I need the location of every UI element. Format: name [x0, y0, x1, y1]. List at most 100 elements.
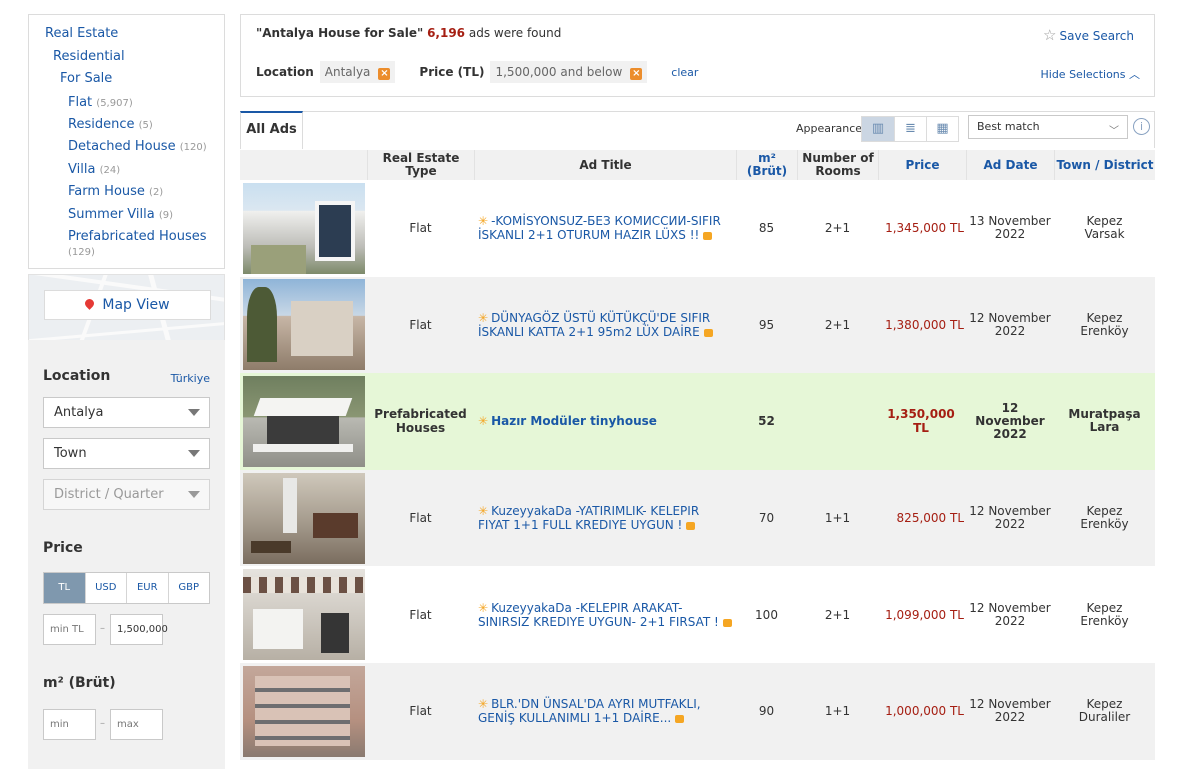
filter-chip-location: Antalya × — [319, 61, 396, 83]
listing-photo-cell — [240, 566, 367, 663]
city-value: Antalya — [54, 405, 104, 420]
price-min-input[interactable]: min TL — [43, 614, 96, 645]
clear-filters-link[interactable]: clear — [671, 66, 698, 79]
category-for-sale[interactable]: For Sale — [60, 71, 112, 86]
sun-icon: ✳ — [478, 214, 489, 229]
listing-photo-cell — [240, 373, 367, 470]
listing-m2: 95 — [758, 317, 775, 332]
table-view-icon[interactable]: ▥ — [862, 117, 894, 141]
currency-tl[interactable]: TL — [44, 573, 85, 603]
table-row[interactable]: Prefabricated Houses ✳ Hazır Modüler tiny… — [240, 373, 1155, 470]
area-min-input[interactable]: min — [43, 709, 96, 740]
map-view-label: Map View — [102, 297, 170, 313]
listing-title: KuzeyyakaDa -YATIRIMLIK- KELEPIR FIYAT 1… — [478, 504, 700, 533]
subcategory-summer-villa[interactable]: Summer Villa (9) — [68, 207, 173, 223]
subcategory-label: Residence — [68, 117, 135, 132]
table-row[interactable]: Flat ✳ BLR.'DN ÜNSAL'DA AYRI MUTFAKLI, GE… — [240, 662, 1155, 760]
category-real-estate[interactable]: Real Estate — [45, 26, 118, 41]
listing-town: Kepez — [1086, 504, 1123, 519]
listing-type: Flat — [409, 607, 432, 622]
listing-district: Erenköy — [1080, 517, 1129, 532]
grid-view-icon[interactable]: ▦ — [926, 117, 958, 141]
list-view-icon[interactable]: ≣ — [894, 117, 926, 141]
map-pin-icon — [83, 297, 97, 310]
listing-title: KuzeyyakaDa -KELEPIR ARAKAT-SINIRSIZ KRE… — [478, 600, 719, 629]
map-view-button[interactable]: Map View — [44, 290, 211, 320]
info-icon[interactable]: i — [1133, 118, 1150, 135]
listing-title-cell[interactable]: ✳ KuzeyyakaDa -KELEPIR ARAKAT-SINIRSIZ KR… — [474, 566, 736, 663]
listing-location: Kepez Varsak — [1054, 180, 1155, 277]
col-title[interactable]: Ad Title — [474, 150, 736, 180]
listing-title-cell[interactable]: ✳ Hazır Modüler tinyhouse — [474, 373, 736, 470]
city-select[interactable]: Antalya — [43, 397, 210, 428]
subcategory-flat[interactable]: Flat (5,907) — [68, 95, 133, 111]
listing-m2: 90 — [758, 704, 775, 719]
listing-title-cell[interactable]: ✳ DÜNYAGÖZ ÜSTÜ KÜTÜKÇÜ'DE SIFIR İSKANLI … — [474, 277, 736, 374]
col-town[interactable]: Town / District — [1054, 150, 1155, 180]
listing-rooms — [797, 373, 878, 470]
listing-photo[interactable] — [242, 375, 365, 467]
currency-usd[interactable]: USD — [84, 573, 127, 603]
map-preview[interactable]: Map View — [28, 274, 225, 347]
subcategory-count: (9) — [158, 210, 174, 221]
remove-filter-icon[interactable]: × — [378, 68, 391, 80]
col-rooms[interactable]: Number of Rooms — [797, 150, 878, 180]
listing-town: Kepez — [1086, 697, 1123, 712]
district-select[interactable]: District / Quarter — [43, 479, 210, 510]
col-m2[interactable]: m² (Brüt) — [736, 150, 797, 180]
col-type[interactable]: Real Estate Type — [367, 150, 474, 180]
listing-date: 12 November 2022 — [969, 310, 1051, 338]
area-max-input[interactable]: max — [110, 709, 163, 740]
subcategory-farm-house[interactable]: Farm House (2) — [68, 184, 163, 200]
currency-gbp[interactable]: GBP — [167, 573, 210, 603]
listing-location: Kepez Erenköy — [1054, 566, 1155, 663]
town-select[interactable]: Town — [43, 438, 210, 469]
hide-selections-link[interactable]: Hide Selections ︿ — [1041, 66, 1141, 82]
country-link[interactable]: Türkiye — [171, 372, 210, 385]
sun-icon: ✳ — [478, 310, 489, 325]
category-residential[interactable]: Residential — [53, 49, 125, 64]
listing-rooms: 2+1 — [824, 607, 851, 622]
listing-photo[interactable] — [242, 472, 365, 564]
subcategory-residence[interactable]: Residence (5) — [68, 117, 153, 133]
listing-district: Erenköy — [1080, 613, 1129, 628]
table-row[interactable]: Flat ✳ KuzeyyakaDa -YATIRIMLIK- KELEPIR F… — [240, 469, 1155, 567]
appearance-label: Appearance — [796, 122, 863, 135]
subcategory-count: (24) — [99, 165, 121, 176]
currency-eur[interactable]: EUR — [126, 573, 168, 603]
col-price[interactable]: Price — [878, 150, 966, 180]
listing-title-cell[interactable]: ✳ BLR.'DN ÜNSAL'DA AYRI MUTFAKLI, GENİŞ K… — [474, 663, 736, 760]
listing-photo[interactable] — [242, 665, 365, 757]
listing-photo[interactable] — [242, 182, 365, 274]
listing-date: 12 November 2022 — [975, 400, 1045, 441]
col-date[interactable]: Ad Date — [966, 150, 1054, 180]
table-row[interactable]: Flat ✳ -KOMİSYONSUZ-БЕЗ КОМИССИИ-SIFIR İS… — [240, 180, 1155, 277]
save-search-label: Save Search — [1059, 29, 1135, 43]
listing-photo[interactable] — [242, 279, 365, 371]
tab-all-ads[interactable]: All Ads — [240, 111, 303, 149]
town-value: Town — [54, 446, 87, 461]
results-toolbar: All Ads Appearance ▥ ≣ ▦ Best match ﹀ i — [240, 111, 1155, 149]
price-max-input[interactable]: 1,500,000 — [110, 614, 168, 645]
caret-down-icon — [188, 450, 200, 457]
table-row[interactable]: Flat ✳ DÜNYAGÖZ ÜSTÜ KÜTÜKÇÜ'DE SIFIR İSK… — [240, 276, 1155, 374]
listing-district: Erenköy — [1080, 323, 1129, 338]
subcategory-label: Flat — [68, 95, 93, 110]
subcategory-villa[interactable]: Villa (24) — [68, 162, 120, 178]
listing-title: Hazır Modüler tinyhouse — [491, 414, 657, 429]
subcategory-label: Prefabricated Houses — [68, 229, 207, 244]
sort-select[interactable]: Best match ﹀ — [968, 115, 1128, 139]
save-search-button[interactable]: ☆ Save Search — [1043, 26, 1134, 44]
listing-town: Muratpaşa — [1068, 407, 1141, 422]
listing-photo-cell — [240, 277, 367, 374]
remove-filter-icon[interactable]: × — [630, 68, 643, 80]
listing-photo[interactable] — [242, 569, 365, 661]
subcategory-prefabricated-houses[interactable]: Prefabricated Houses (129) — [68, 229, 207, 260]
caret-down-icon — [188, 491, 200, 498]
listing-title-cell[interactable]: ✳ KuzeyyakaDa -YATIRIMLIK- KELEPIR FIYAT … — [474, 470, 736, 567]
currency-switch: TL USD EUR GBP — [43, 572, 210, 604]
listing-title-cell[interactable]: ✳ -KOMİSYONSUZ-БЕЗ КОМИССИИ-SIFIR İSKANLI… — [474, 180, 736, 277]
table-row[interactable]: Flat ✳ KuzeyyakaDa -KELEPIR ARAKAT-SINIRS… — [240, 566, 1155, 663]
subcategory-detached-house[interactable]: Detached House (120) — [68, 139, 207, 155]
listing-title: -KOMİSYONSUZ-БЕЗ КОМИССИИ-SIFIR İSKANLI … — [478, 214, 721, 243]
